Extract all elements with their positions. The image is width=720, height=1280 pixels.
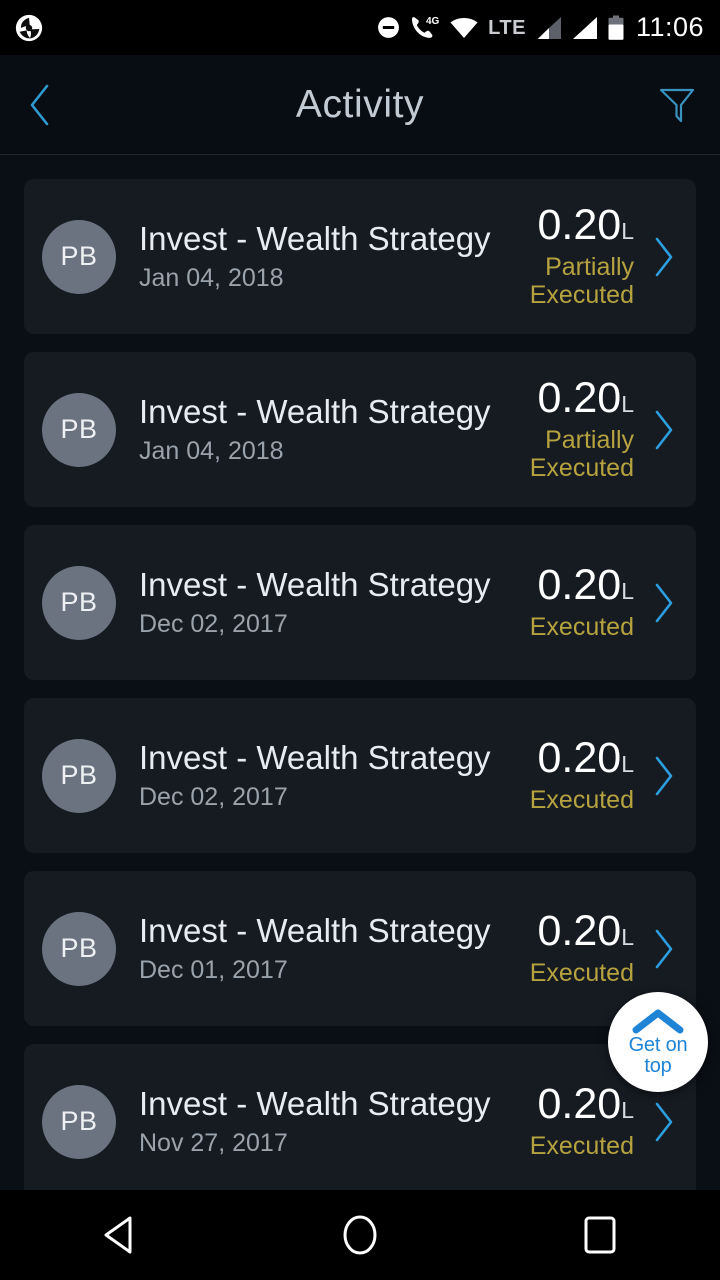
row-date: Dec 01, 2017 <box>139 956 288 985</box>
fab-label-line2: top <box>644 1054 672 1077</box>
row-date: Dec 02, 2017 <box>139 610 288 639</box>
filter-button[interactable] <box>634 55 720 155</box>
row-title: Invest - Wealth Strategy <box>139 739 491 777</box>
row-title: Invest - Wealth Strategy <box>139 1085 491 1123</box>
status-bar-left <box>14 13 44 43</box>
row-text-block: Invest - Wealth Strategy Jan 04, 2018 <box>116 220 491 293</box>
table-row[interactable]: PB Invest - Wealth Strategy Dec 01, 2017… <box>24 871 696 1026</box>
row-amount: 0.20L <box>537 1080 635 1128</box>
table-row[interactable]: PB Invest - Wealth Strategy Dec 02, 2017… <box>24 698 696 853</box>
row-amount-block: 0.20L Executed <box>484 907 635 988</box>
get-on-top-label: Get on top <box>629 1035 688 1076</box>
row-right-block: 0.20L Executed <box>484 737 682 814</box>
back-chevron-icon <box>27 83 53 127</box>
row-amount-block: 0.20L Executed <box>484 561 635 642</box>
row-right-block: 0.20L Executed <box>484 1083 682 1160</box>
row-right-block: 0.20L Partially Executed <box>474 204 682 309</box>
row-amount-block: 0.20L Executed <box>484 1080 635 1161</box>
row-date: Dec 02, 2017 <box>139 783 288 812</box>
row-amount-block: 0.20L Partially Executed <box>474 374 635 483</box>
chevron-right-icon[interactable] <box>646 926 682 972</box>
nav-back-button[interactable] <box>60 1190 180 1280</box>
row-amount-unit: L <box>621 1097 634 1123</box>
network-type-label: LTE <box>488 16 526 39</box>
status-badge: Executed <box>529 1132 634 1160</box>
row-title: Invest - Wealth Strategy <box>139 220 491 258</box>
chevron-right-icon[interactable] <box>646 407 682 453</box>
row-right-block: 0.20L Partially Executed <box>474 377 682 482</box>
signal-bars-icon <box>535 16 562 40</box>
row-amount-unit: L <box>621 218 634 244</box>
row-date: Jan 04, 2018 <box>139 437 284 466</box>
nav-home-button[interactable] <box>300 1190 420 1280</box>
svg-text:4G: 4G <box>426 16 440 27</box>
chevron-right-icon[interactable] <box>646 1099 682 1145</box>
row-amount: 0.20L <box>537 374 635 422</box>
row-title: Invest - Wealth Strategy <box>139 393 491 431</box>
row-amount-unit: L <box>621 391 634 417</box>
row-text-block: Invest - Wealth Strategy Dec 02, 2017 <box>116 566 491 639</box>
chevron-right-icon[interactable] <box>646 580 682 626</box>
row-text-block: Invest - Wealth Strategy Dec 02, 2017 <box>116 739 491 812</box>
chevron-up-icon <box>632 1008 684 1035</box>
row-amount-block: 0.20L Executed <box>484 734 635 815</box>
status-badge: Executed <box>529 613 634 641</box>
avatar: PB <box>42 392 116 467</box>
row-amount-unit: L <box>621 924 634 950</box>
signal-bars-icon <box>571 16 598 40</box>
get-on-top-button[interactable]: Get on top <box>608 992 708 1092</box>
chevron-right-icon[interactable] <box>646 753 682 799</box>
row-right-block: 0.20L Executed <box>484 910 682 987</box>
table-row[interactable]: PB Invest - Wealth Strategy Jan 04, 2018… <box>24 352 696 507</box>
status-badge: Executed <box>529 959 634 987</box>
nav-recents-button[interactable] <box>540 1190 660 1280</box>
chevron-right-icon[interactable] <box>646 234 682 280</box>
avatar: PB <box>42 911 116 986</box>
status-badge: Executed <box>529 786 634 814</box>
row-title: Invest - Wealth Strategy <box>139 566 491 604</box>
row-amount: 0.20L <box>537 907 635 955</box>
status-badge: Partially Executed <box>529 253 634 309</box>
status-bar: 4G LTE 11:06 <box>0 0 720 55</box>
android-navigation-bar <box>0 1190 720 1280</box>
nav-recents-square-icon <box>581 1214 619 1256</box>
wifi-icon <box>449 16 479 40</box>
row-title: Invest - Wealth Strategy <box>139 912 491 950</box>
avatar: PB <box>42 1084 116 1159</box>
row-amount-block: 0.20L Partially Executed <box>474 201 635 310</box>
call-4g-icon: 4G <box>410 15 440 41</box>
nav-back-triangle-icon <box>100 1214 140 1256</box>
table-row[interactable]: PB Invest - Wealth Strategy Jan 04, 2018… <box>24 179 696 334</box>
avatar: PB <box>42 738 116 813</box>
avatar: PB <box>42 219 116 294</box>
table-row[interactable]: PB Invest - Wealth Strategy Nov 27, 2017… <box>24 1044 696 1190</box>
table-row[interactable]: PB Invest - Wealth Strategy Dec 02, 2017… <box>24 525 696 680</box>
fab-label-line1: Get on <box>628 1034 688 1057</box>
row-amount: 0.20L <box>537 734 635 782</box>
row-amount: 0.20L <box>537 201 635 249</box>
row-text-block: Invest - Wealth Strategy Nov 27, 2017 <box>116 1085 491 1158</box>
filter-funnel-icon <box>654 82 700 128</box>
app-logo-icon <box>14 13 44 43</box>
avatar: PB <box>42 565 116 640</box>
row-amount-unit: L <box>621 578 634 604</box>
row-text-block: Invest - Wealth Strategy Jan 04, 2018 <box>116 393 491 466</box>
page-title: Activity <box>295 82 425 126</box>
status-bar-right: 4G LTE 11:06 <box>376 14 704 41</box>
row-right-block: 0.20L Executed <box>484 564 682 641</box>
back-button[interactable] <box>0 55 80 155</box>
row-date: Jan 04, 2018 <box>139 264 284 293</box>
activity-list[interactable]: PB Invest - Wealth Strategy Jan 04, 2018… <box>0 155 720 1190</box>
status-badge: Partially Executed <box>529 426 634 482</box>
app-header: Activity <box>0 55 720 155</box>
row-text-block: Invest - Wealth Strategy Dec 01, 2017 <box>116 912 491 985</box>
status-bar-clock: 11:06 <box>635 12 704 42</box>
row-amount: 0.20L <box>537 561 635 609</box>
battery-icon <box>607 15 625 41</box>
row-date: Nov 27, 2017 <box>139 1129 288 1158</box>
row-amount-unit: L <box>621 751 634 777</box>
do-not-disturb-icon <box>376 15 401 40</box>
phone-screen: 4G LTE 11:06 Activity PB Invest - Wealth… <box>0 0 720 1280</box>
nav-home-circle-icon <box>340 1213 380 1257</box>
